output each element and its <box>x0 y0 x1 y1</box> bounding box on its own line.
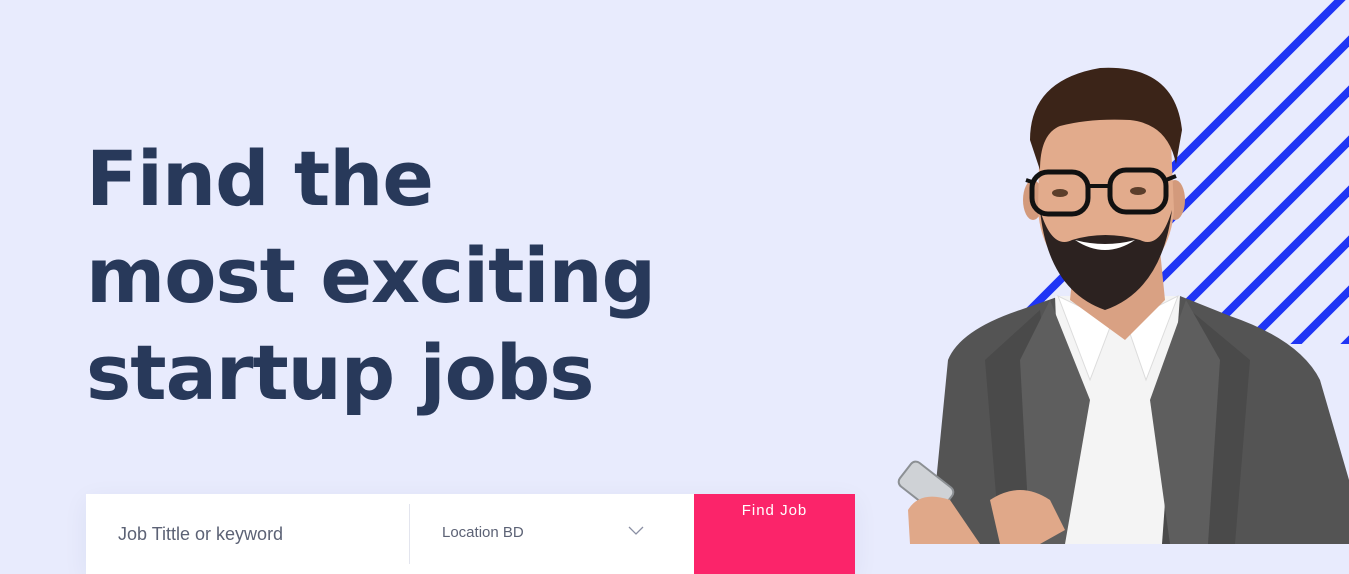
hero-title-line-2: most exciting <box>86 231 656 320</box>
hero-title: Find the most exciting startup jobs <box>86 130 656 421</box>
hero-title-line-3: startup jobs <box>86 328 595 417</box>
find-job-button[interactable]: Find Job <box>694 494 855 574</box>
chevron-down-icon <box>628 526 644 535</box>
location-select-value: Location BD <box>442 524 524 541</box>
job-search-bar: Location BD Find Job <box>86 494 855 574</box>
hero-title-line-1: Find the <box>86 134 434 223</box>
hero-person-image <box>897 67 1349 544</box>
location-select[interactable]: Location BD <box>410 494 694 574</box>
job-keyword-input[interactable] <box>86 494 409 574</box>
find-job-button-label: Find Job <box>741 501 808 519</box>
